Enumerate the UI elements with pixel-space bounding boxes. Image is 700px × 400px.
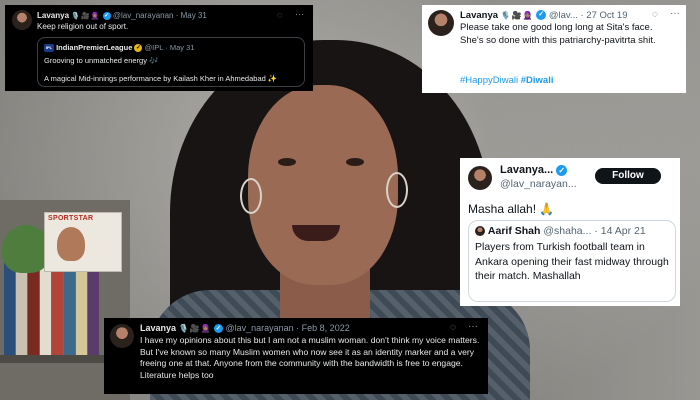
tweet-date[interactable]: · Feb 8, 2022 (296, 323, 350, 333)
grok-icon[interactable]: ◌ (277, 10, 282, 20)
avatar[interactable] (468, 166, 492, 190)
book (16, 268, 27, 360)
tweet-card-masha-allah[interactable]: Lavanya... ✓ @lav_narayan... Follow Mash… (460, 158, 680, 306)
poster-title: SPORTSTAR (48, 215, 94, 222)
tweet-date[interactable]: · 27 Oct 19 (581, 10, 628, 21)
tweet-text: I have my opinions about this but I am n… (140, 335, 480, 380)
book (40, 264, 51, 360)
tweet-header: Lavanya... ✓ (500, 164, 568, 176)
tweet-text: Please take one good long long at Sita's… (460, 22, 656, 46)
tweet-header: Lavanya 🎙️🎥🧕🏽 ✓ @lav_narayanan · May 31 (37, 11, 207, 20)
quoted-user-name[interactable]: Aarif Shah (488, 225, 541, 237)
book (64, 270, 75, 360)
tweet-text: Masha allah! 🙏 (468, 202, 555, 216)
plant (2, 225, 50, 273)
hashtag-link[interactable]: #HappyDiwali (460, 75, 518, 86)
user-name[interactable]: Lavanya... (500, 164, 553, 176)
quoted-user-name[interactable]: IndianPremierLeague (56, 43, 132, 52)
verified-badge-icon: ✓ (102, 11, 111, 20)
hashtag-link[interactable]: #Diwali (521, 75, 554, 86)
tweet-card-muslim-women[interactable]: Lavanya 🎙️🎥🧕🏽 ✓ @lav_narayanan · Feb 8, … (104, 318, 488, 394)
quoted-tweet[interactable]: IPL IndianPremierLeague ✓ @IPL · May 31 … (37, 37, 305, 87)
quoted-header: Aarif Shah @shaha... · 14 Apr 21 (475, 225, 646, 237)
magazine-poster: SPORTSTAR (44, 212, 122, 272)
more-options-icon[interactable]: ··· (295, 9, 304, 19)
person-eye (346, 158, 364, 166)
ipl-logo-icon: IPL (44, 44, 54, 53)
quoted-text-line: Grooving to unmatched energy 🎶 (44, 56, 159, 65)
gold-verified-badge-icon: ✓ (134, 44, 143, 53)
quoted-tweet-date[interactable]: · 14 Apr 21 (594, 225, 645, 237)
user-name[interactable]: Lavanya (460, 10, 498, 21)
quoted-avatar[interactable] (475, 226, 485, 237)
user-handle[interactable]: @lav_narayan... (500, 178, 577, 190)
name-emojis: 🎙️🎥🧕🏽 (71, 13, 101, 20)
follow-button[interactable]: Follow (595, 168, 661, 184)
more-options-icon[interactable]: ··· (468, 321, 478, 332)
user-handle[interactable]: @lav... (549, 10, 578, 21)
more-options-icon[interactable]: ··· (670, 8, 680, 19)
quoted-tweet[interactable]: Aarif Shah @shaha... · 14 Apr 21 Players… (468, 220, 676, 302)
person-face (248, 85, 398, 285)
user-handle[interactable]: @lav_narayanan (113, 11, 174, 20)
tweet-header: Lavanya 🎙️🎥🧕🏽 ✓ @lav... · 27 Oct 19 (460, 10, 628, 21)
quoted-text: Players from Turkish football team in An… (475, 241, 669, 282)
avatar[interactable] (110, 324, 134, 348)
quoted-tweet-date[interactable]: · May 31 (165, 43, 194, 52)
quoted-user-handle[interactable]: @shaha... (543, 225, 591, 237)
tweet-card-diwali[interactable]: Lavanya 🎙️🎥🧕🏽 ✓ @lav... · 27 Oct 19 ◌ ··… (422, 5, 686, 93)
poster-face (57, 227, 85, 261)
grok-icon[interactable]: ◌ (652, 9, 658, 20)
tweet-card-religion-sport[interactable]: Lavanya 🎙️🎥🧕🏽 ✓ @lav_narayanan · May 31 … (5, 5, 313, 91)
name-emojis: 🎙️🎥🧕🏽 (178, 324, 212, 333)
book (88, 266, 99, 360)
hashtags: #HappyDiwali #Diwali (460, 75, 553, 86)
tweet-date[interactable]: · May 31 (176, 11, 207, 20)
user-name[interactable]: Lavanya (37, 11, 69, 20)
earring (240, 178, 262, 214)
grok-icon[interactable]: ◌ (450, 322, 456, 333)
quoted-header: IPL IndianPremierLeague ✓ @IPL · May 31 (44, 43, 194, 53)
name-emojis: 🎙️🎥🧕🏽 (500, 11, 534, 20)
book (4, 260, 15, 360)
verified-badge-icon: ✓ (556, 164, 568, 176)
quoted-user-handle[interactable]: @IPL (145, 43, 164, 52)
verified-badge-icon: ✓ (213, 324, 223, 334)
tweet-header: Lavanya 🎙️🎥🧕🏽 ✓ @lav_narayanan · Feb 8, … (140, 323, 350, 334)
tweet-text: Keep religion out of sport. (37, 22, 129, 31)
earring (386, 172, 408, 208)
person-eye (278, 158, 296, 166)
verified-badge-icon: ✓ (536, 10, 547, 21)
avatar[interactable] (428, 10, 454, 36)
quoted-text-line: A magical Mid-innings performance by Kai… (44, 74, 278, 83)
book (52, 260, 63, 360)
user-handle[interactable]: @lav_narayanan (225, 323, 293, 333)
user-name[interactable]: Lavanya (140, 323, 176, 333)
avatar[interactable] (12, 10, 32, 30)
book (76, 258, 87, 360)
